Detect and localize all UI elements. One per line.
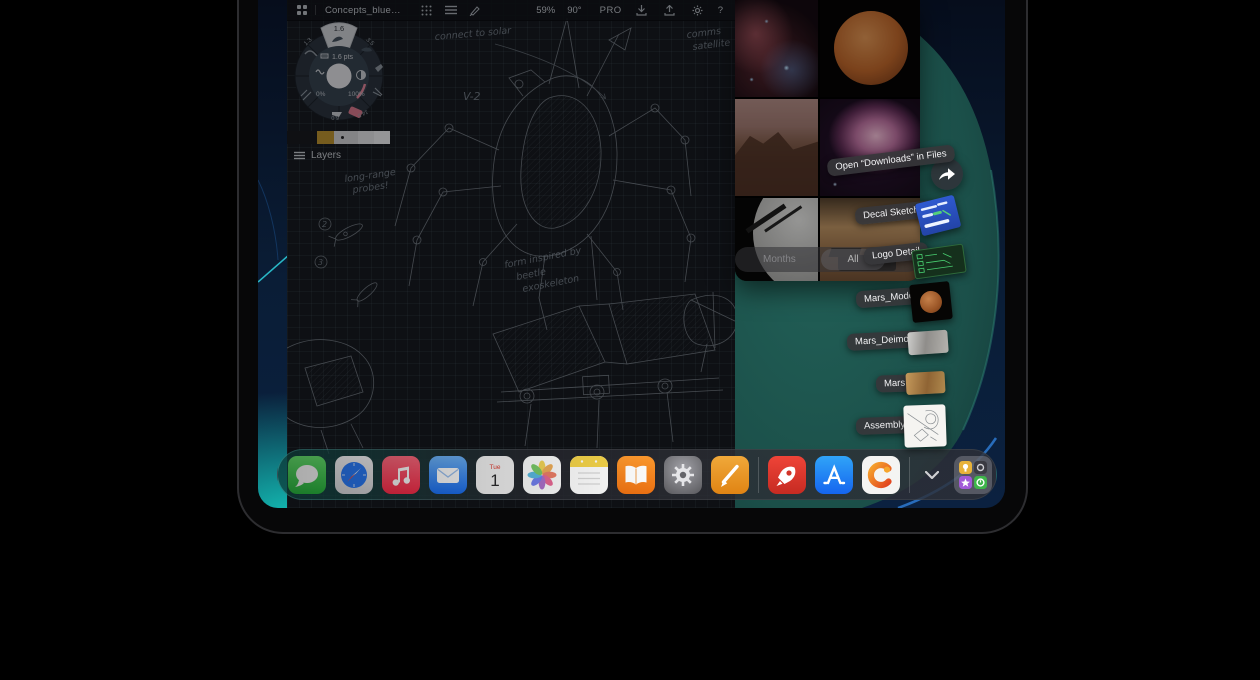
drag-thumb-assembly[interactable]	[903, 404, 946, 447]
swatch-black[interactable]	[287, 131, 317, 144]
layers-panel-toggle[interactable]: Layers	[294, 150, 341, 161]
mail-app-icon[interactable]	[429, 456, 467, 494]
photos-app-icon[interactable]	[523, 456, 561, 494]
swatch-gold[interactable]	[317, 131, 334, 144]
annotation-version: V-2	[463, 90, 481, 103]
import-icon[interactable]	[634, 2, 650, 18]
safari-app-icon[interactable]	[335, 456, 373, 494]
annotation-connect: connect to solar	[434, 25, 512, 43]
drag-thumb-mars-deimos[interactable]	[907, 330, 949, 356]
annotation-comms-2: satellite	[692, 37, 731, 53]
snap-grid-icon[interactable]	[419, 2, 435, 18]
slice-size: 6.0	[331, 114, 339, 120]
concepts-app-window: connect to solar comms satellite V-2 lon…	[287, 0, 735, 508]
calendar-app-icon[interactable]: Tue 1	[476, 456, 514, 494]
drag-thumb-mars-model[interactable]	[909, 281, 953, 323]
swatch-light-gray[interactable]	[334, 131, 358, 144]
annotation-num-1: 2	[322, 220, 327, 229]
dock-divider	[758, 457, 759, 493]
dock-divider-2	[909, 457, 910, 493]
drag-thumb-mars[interactable]	[905, 371, 945, 395]
calendar-day: 1	[490, 471, 499, 490]
layers-label: Layers	[311, 150, 341, 161]
pen-mode-icon[interactable]	[467, 2, 483, 18]
draw-app-icon[interactable]	[711, 456, 749, 494]
app-library-icon[interactable]	[954, 456, 992, 494]
dock: Tue 1	[277, 449, 997, 500]
opacity-max-label: 100%	[348, 91, 365, 98]
rocket-app-icon[interactable]	[768, 456, 806, 494]
photos-dim-overlay	[735, 0, 920, 281]
zoom-level[interactable]: 59%	[536, 5, 555, 16]
annotation-num-2: 3	[318, 258, 323, 267]
calendar-weekday: Tue	[490, 464, 501, 471]
brush-size-value: 1.6 pts	[332, 54, 354, 61]
app-store-app-icon[interactable]	[815, 456, 853, 494]
settings-app-icon[interactable]	[664, 456, 702, 494]
concepts-app-icon[interactable]	[862, 456, 900, 494]
music-app-icon[interactable]	[382, 456, 420, 494]
gallery-grid-icon[interactable]	[294, 2, 310, 18]
help-button[interactable]: ?	[718, 5, 723, 16]
opacity-min-label: 0%	[316, 91, 326, 98]
active-brush-size: 1.6	[334, 24, 344, 33]
pro-badge[interactable]: PRO	[600, 5, 622, 16]
hamburger-icon	[294, 151, 305, 160]
stage: connect to solar comms satellite V-2 lon…	[0, 0, 1260, 680]
notes-app-icon[interactable]	[570, 456, 608, 494]
tool-wheel[interactable]: 1.6 1.3 3.5 14.5 6.0	[287, 18, 397, 130]
color-palette	[287, 131, 390, 144]
books-app-icon[interactable]	[617, 456, 655, 494]
swatch-white[interactable]	[374, 131, 390, 144]
ipad-screen: connect to solar comms satellite V-2 lon…	[258, 0, 1005, 508]
photos-app-window: Months All	[735, 0, 920, 281]
document-title[interactable]: Concepts_blue…	[325, 5, 401, 16]
export-icon[interactable]	[662, 2, 678, 18]
swatch-lighter-gray[interactable]	[358, 131, 374, 144]
dock-chevron-down-icon[interactable]	[919, 456, 945, 494]
messages-app-icon[interactable]	[288, 456, 326, 494]
rotation-value[interactable]: 90°	[567, 5, 581, 16]
forward-arrow-icon	[938, 167, 956, 181]
settings-gear-icon[interactable]	[690, 2, 706, 18]
toolbar-divider	[315, 5, 316, 15]
layers-menu-icon[interactable]	[443, 2, 459, 18]
